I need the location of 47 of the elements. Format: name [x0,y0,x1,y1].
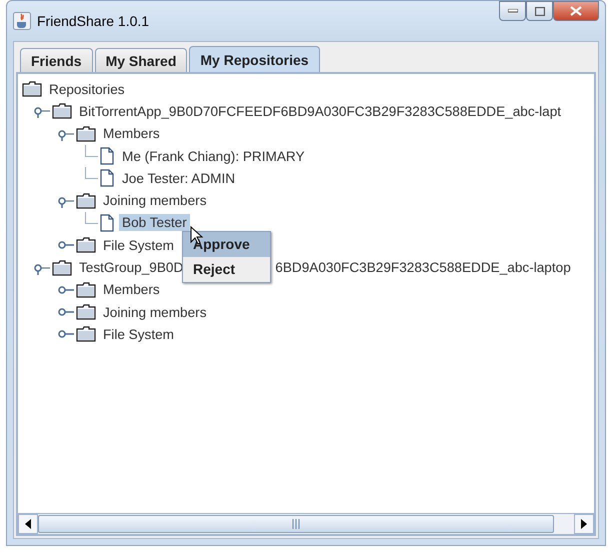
horizontal-scrollbar[interactable] [18,513,594,534]
menu-item[interactable]: Approve [183,232,270,257]
right-arrow-icon [581,519,587,529]
folder-icon [76,282,96,298]
tree-node-label: 6BD9A030FC3B29F3283C588EDDE_abc-laptop [274,259,572,276]
close-icon [570,6,582,16]
close-button[interactable] [553,1,599,21]
minimize-button[interactable] [499,1,526,21]
maximize-icon [534,6,544,16]
tab[interactable]: Friends [20,48,93,72]
coffee-cup-icon [13,12,31,30]
tree-node-label[interactable]: BitTorrentApp_9B0D70FCFEEDF6BD9A030FC3B29F3283C588EDDE_abc-lapt [76,102,564,120]
grip-icon [292,519,300,529]
scroll-right-button[interactable] [574,514,594,534]
folder-icon [76,304,96,320]
folder-icon [22,81,42,98]
scrollbar-thumb[interactable] [38,515,554,533]
tree-node-label[interactable]: Joining members [100,192,210,210]
tree-node-label[interactable]: Members [100,281,163,298]
tree-node-label[interactable]: File System [100,326,178,343]
folder-icon [76,126,96,142]
tab[interactable]: My Shared [94,48,188,72]
minimize-icon [508,9,518,13]
folder-icon [52,260,72,276]
tab[interactable]: My Repositories [189,46,320,72]
folder-icon [76,192,96,209]
tree-node-label[interactable]: Joe Tester: ADMIN [119,170,238,187]
document-icon [100,169,114,188]
tree-node-label[interactable]: Bob Tester [119,214,190,232]
folder-icon [76,237,96,254]
tree-node-label[interactable]: Repositories [46,80,128,98]
maximize-button[interactable] [526,1,553,21]
tree-line-icon [85,144,98,157]
tree-node-label[interactable]: Me (Frank Chiang): PRIMARY [119,148,308,165]
document-icon [100,214,114,232]
scroll-left-button[interactable] [18,514,38,534]
left-arrow-icon [25,519,31,529]
folder-icon [52,103,72,120]
tree-node-label[interactable]: Joining members [100,304,210,321]
tree-line-icon [85,212,98,224]
document-icon [100,147,114,166]
folder-icon [76,326,96,342]
tree-node-label[interactable]: Members [100,125,163,142]
window-title: FriendShare 1.0.1 [37,13,150,29]
tree-line-icon [85,167,98,180]
menu-item[interactable]: Reject [183,257,270,282]
tree-node-label[interactable]: File System [100,236,178,254]
